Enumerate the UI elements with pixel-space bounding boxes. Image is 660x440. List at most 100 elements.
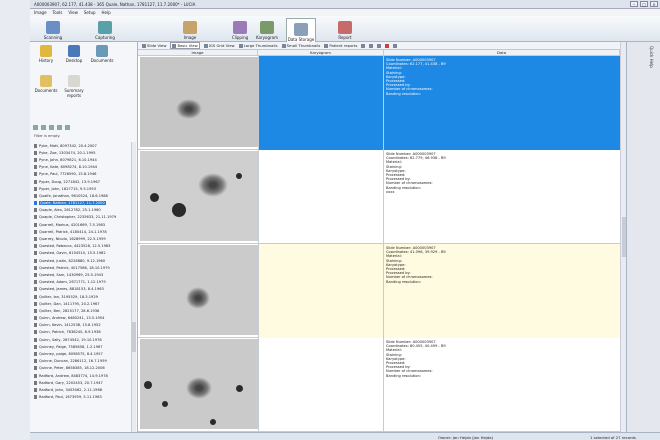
patient-tree-item[interactable]: Quarrell, Patrick, 4180414, 24.1.1978 xyxy=(34,228,130,235)
history-shortcut[interactable]: History xyxy=(32,45,60,63)
small-thumbnails-button[interactable]: Small Thumbnails xyxy=(281,43,320,48)
menu-tools[interactable]: Tools xyxy=(53,10,63,15)
patient-tree-item[interactable]: Quinney, Paige, 7585658, 1.2.1967 xyxy=(34,343,130,350)
documents-shortcut[interactable]: Documents xyxy=(88,45,116,63)
patient-tree-item[interactable]: Pyper, Doug, 2271842, 13.9.1967 xyxy=(34,178,130,185)
status-bar: Owner: Jan Hejda (Jan Hejda) 1 selected … xyxy=(30,432,660,440)
karyogram-button[interactable]: Karyogram xyxy=(252,18,282,40)
patient-tree-item[interactable]: Quinn, Patrick, 7838240, 8.9.1936 xyxy=(34,329,130,336)
metaphase-spread xyxy=(198,173,228,197)
collapse-icon[interactable] xyxy=(57,125,62,130)
image-icon xyxy=(183,21,197,34)
patient-tree-item[interactable]: Quaple, Alex, 2612782, 25.1.1960 xyxy=(34,207,130,214)
patient-tree-item[interactable]: Quale, Nathan, 1781127, 11.7.2000 xyxy=(34,200,130,207)
patient-tree-item[interactable]: Pyke, Zoe, 1303474, 20.1.1995 xyxy=(34,149,130,156)
basic-view-button[interactable]: Basic View xyxy=(170,42,200,49)
side-panel: Quick Help xyxy=(626,42,660,432)
filter-icon[interactable] xyxy=(33,125,38,130)
patient-tree-item[interactable]: Quinne, Duncan, 2286112, 16.7.1959 xyxy=(34,358,130,365)
summary-reports-shortcut[interactable]: Summary reports xyxy=(60,75,88,98)
delete-button[interactable] xyxy=(385,43,390,48)
close-button[interactable]: × xyxy=(650,1,658,7)
export-button[interactable] xyxy=(377,43,382,48)
patient-tree-item[interactable]: Quarrey, Nicola, 1628999, 22.5.1959 xyxy=(34,235,130,242)
image-button[interactable]: Image xyxy=(175,18,205,40)
quick-help-tab[interactable]: Quick Help xyxy=(649,46,654,68)
patient-label: Quinne, Duncan, 2286112, 16.7.1959 xyxy=(39,359,107,364)
karyogram-cell xyxy=(258,244,384,338)
patient-file-icon xyxy=(34,272,37,277)
patient-tree-item[interactable]: Quested, Sam, 1430969, 25.5.1943 xyxy=(34,271,130,278)
patient-tree-item[interactable]: Radford, Gary, 2202453, 20.7.1947 xyxy=(34,379,130,386)
documents-folder-shortcut[interactable]: Documents xyxy=(32,75,60,93)
patient-tree-item[interactable]: Quilter, Ian, 3195529, 18.5.1929 xyxy=(34,293,130,300)
karyogram-icon xyxy=(260,21,274,34)
patient-tree-item[interactable]: Quested, Gavin, 6154510, 15.5.1982 xyxy=(34,250,130,257)
patient-tree-item[interactable]: Quinn, Sally, 2874542, 19.10.1976 xyxy=(34,336,130,343)
data-storage-button[interactable]: Data Storage xyxy=(286,18,316,42)
record-field: xxxx xyxy=(386,189,395,194)
column-header-karyogram[interactable]: Karyogram xyxy=(258,50,384,55)
table-row[interactable]: Slide Number: A000003907 Coordinates: 41.… xyxy=(138,244,620,338)
menu-setup[interactable]: Setup xyxy=(84,10,96,15)
menu-image[interactable]: Image xyxy=(34,10,47,15)
table-row[interactable]: Slide Number: A000003907 Coordinates: 62.… xyxy=(138,56,620,150)
left-scroll-thumb[interactable] xyxy=(132,322,136,352)
maximize-button[interactable]: □ xyxy=(640,1,648,7)
patient-tree-item[interactable]: Radford, Andrew, 8483774, 14.9.1978 xyxy=(34,372,130,379)
desktop-shortcut[interactable]: Desktop xyxy=(60,45,88,63)
patient-tree-item[interactable]: Pyne, Paul, 7726590, 15.8.1946 xyxy=(34,171,130,178)
capturing-button[interactable]: Capturing xyxy=(90,18,120,40)
large-thumbnails-button[interactable]: Large Thumbnails xyxy=(238,43,278,48)
patient-tree-item[interactable]: Radford, John, 3453062, 2.11.1968 xyxy=(34,386,130,393)
left-scrollbar[interactable] xyxy=(131,142,136,432)
patient-tree-item[interactable]: Pyne, John, 8079821, 6.10.1944 xyxy=(34,156,130,163)
patient-tree-item[interactable]: Quested, James, 8818153, 8.4.1963 xyxy=(34,286,130,293)
scanning-button[interactable]: Scanning xyxy=(38,18,68,40)
patient-label: Quale, Nathan, 1781127, 11.7.2000 xyxy=(39,201,106,206)
patient-tree-item[interactable]: Quaife, Jonathan, 9610524, 18.6.1988 xyxy=(34,192,130,199)
patient-tree-item[interactable]: Quilter, Ben, 2825177, 28.6.1936 xyxy=(34,307,130,314)
patient-label: Quested, Sam, 1430969, 25.5.1943 xyxy=(39,272,104,277)
patient-tree-item[interactable]: Quinne, Peter, 8658385, 18.12.2006 xyxy=(34,365,130,372)
settings-button[interactable] xyxy=(361,43,366,48)
nucleus xyxy=(162,401,168,407)
menu-view[interactable]: View xyxy=(68,10,78,15)
refresh-icon[interactable] xyxy=(49,125,54,130)
patient-tree-item[interactable]: Pyper, John, 1827715, 9.5.1953 xyxy=(34,185,130,192)
table-row[interactable]: Slide Number: A000003907 Coordinates: 80.… xyxy=(138,338,620,432)
table-row[interactable]: Slide Number: A000003907 Coordinates: 62.… xyxy=(138,150,620,244)
patient-tree-item[interactable]: Pyne, Kate, 8098274, 8.10.1944 xyxy=(34,164,130,171)
patient-tree-item[interactable]: Quested, Patrick, 4017586, 18.10.1979 xyxy=(34,264,130,271)
column-header-image[interactable]: Image xyxy=(138,50,258,55)
large-thumbnails-icon xyxy=(238,43,243,48)
patient-tree-item[interactable]: Quested, Rebecca, 4423528, 12.5.1963 xyxy=(34,243,130,250)
patient-tree-item[interactable]: Pyke, Matt, 8097342, 20.4.2007 xyxy=(34,142,130,149)
expand-icon[interactable] xyxy=(65,125,70,130)
print-button[interactable] xyxy=(393,43,398,48)
grid-view-button[interactable]: IGS Grid View xyxy=(203,43,235,48)
column-header-data[interactable]: Data xyxy=(384,50,620,55)
slide-view-button[interactable]: Slide View xyxy=(142,43,166,48)
patient-label: Quaife, Jonathan, 9610524, 18.6.1988 xyxy=(39,193,108,198)
clipping-button[interactable]: Clipping xyxy=(225,18,255,40)
data-cell: Slide Number: A000003907 Coordinates: 62.… xyxy=(384,56,620,150)
patient-tree-item[interactable]: Quinn, Andrew, 6480241, 13.5.1954 xyxy=(34,315,130,322)
nucleus xyxy=(210,419,216,425)
patient-tree-item[interactable]: Quilter, Dan, 1411795, 20.2.1967 xyxy=(34,300,130,307)
patient-tree-item[interactable]: Quested, Adam, 2671771, 1.12.1979 xyxy=(34,279,130,286)
patient-tree-item[interactable]: Quinney, paige, 8098575, 8.4.1957 xyxy=(34,350,130,357)
menu-bar: Image Tools View Setup Help xyxy=(30,9,660,16)
patient-tree-item[interactable]: Quaple, Christopher, 2235633, 21.11.1979 xyxy=(34,214,130,221)
sort-icon[interactable] xyxy=(41,125,46,130)
minimize-button[interactable]: – xyxy=(630,1,638,7)
sort-order-button[interactable] xyxy=(369,43,374,48)
patient-reports-button[interactable]: Patient reports xyxy=(324,43,357,48)
report-button[interactable]: Report xyxy=(330,18,360,40)
patient-tree-item[interactable]: Quinn, Kevin, 1412538, 15.8.1952 xyxy=(34,322,130,329)
menu-help[interactable]: Help xyxy=(102,10,111,15)
patient-tree-item[interactable]: Quarrell, Markus, 4201669, 7.5.1983 xyxy=(34,221,130,228)
patient-tree-item[interactable]: Radford, Paul, 1673959, 5.11.1963 xyxy=(34,394,130,401)
patient-tree-item[interactable]: Quested, Justin, 8228880, 9.12.1980 xyxy=(34,257,130,264)
patient-file-icon xyxy=(34,395,37,400)
